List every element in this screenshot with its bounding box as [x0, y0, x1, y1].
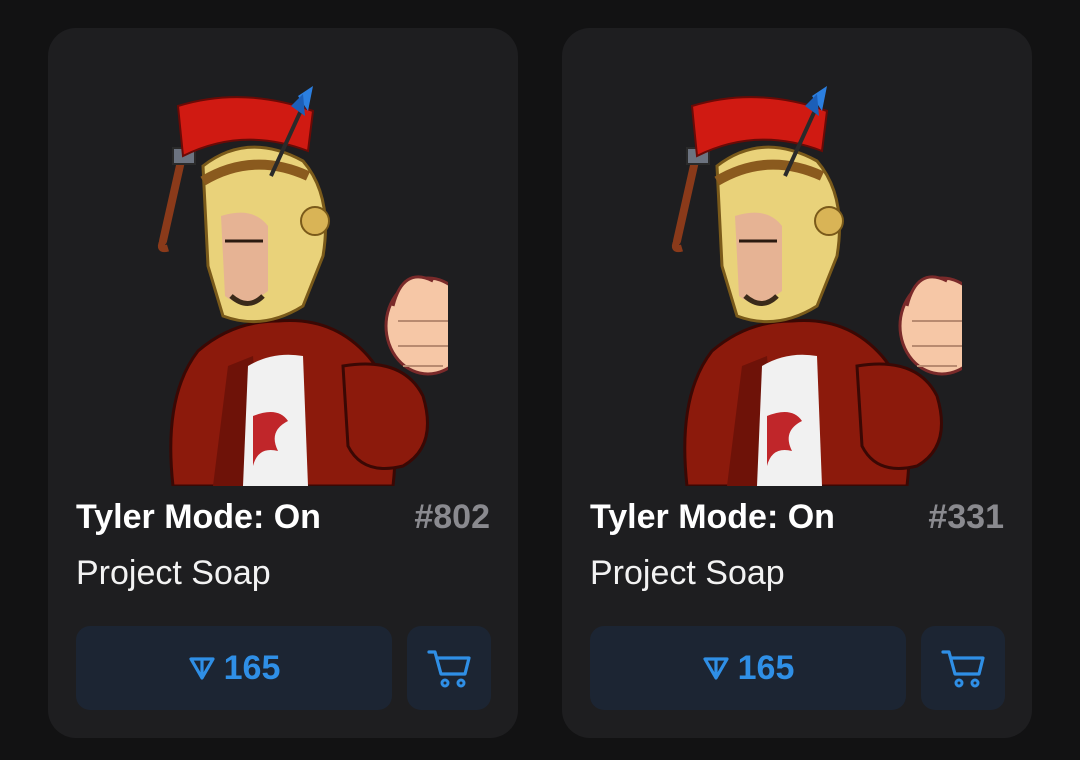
buy-price-button[interactable]: 165	[76, 626, 392, 710]
add-to-cart-button[interactable]	[407, 626, 491, 710]
gift-number: #802	[414, 498, 490, 536]
add-to-cart-button[interactable]	[921, 626, 1005, 710]
gift-number: #331	[928, 498, 1004, 536]
ton-icon	[188, 654, 216, 682]
collection-name: Project Soap	[76, 554, 271, 592]
price-label: 165	[223, 648, 281, 687]
gift-title: Tyler Mode: On	[76, 498, 321, 536]
tyler-mode-artwork	[617, 66, 962, 486]
cart-icon	[425, 644, 473, 692]
ton-icon	[702, 654, 730, 682]
price-label: 165	[737, 648, 795, 687]
gift-grid: Tyler Mode: On #802 Project Soap 165 Tyl…	[0, 0, 1080, 760]
gift-card[interactable]: Tyler Mode: On #331 Project Soap 165	[562, 28, 1032, 738]
gift-title: Tyler Mode: On	[590, 498, 835, 536]
cart-icon	[939, 644, 987, 692]
gift-card[interactable]: Tyler Mode: On #802 Project Soap 165	[48, 28, 518, 738]
collection-name: Project Soap	[590, 554, 785, 592]
buy-price-button[interactable]: 165	[590, 626, 906, 710]
tyler-mode-artwork	[103, 66, 448, 486]
